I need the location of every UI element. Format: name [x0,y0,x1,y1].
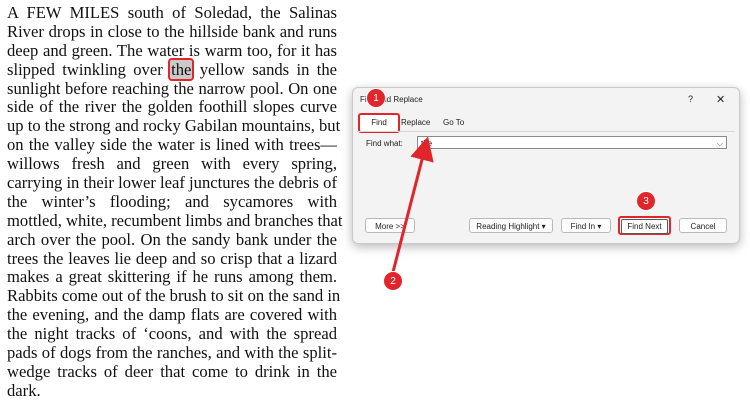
step-marker-2: 2 [383,271,403,291]
step-marker-3: 3 [636,191,656,211]
arrow-line [391,136,434,273]
step-marker-1: 1 [366,88,386,108]
